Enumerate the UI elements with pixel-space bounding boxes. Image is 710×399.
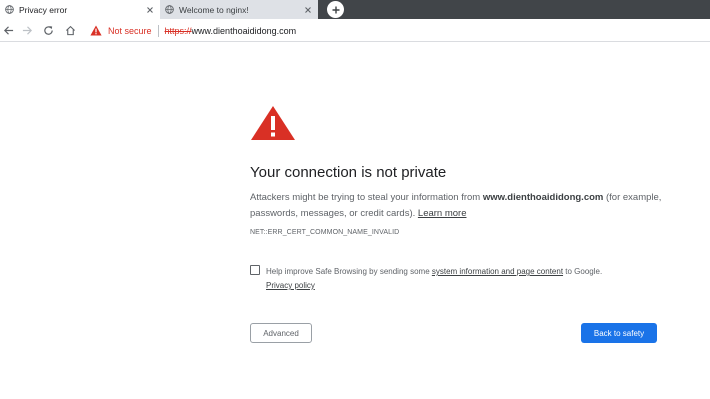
tab-strip: Privacy error Welcome to nginx! <box>0 0 710 19</box>
description-prefix: Attackers might be trying to steal your … <box>250 192 483 203</box>
close-icon[interactable] <box>303 5 313 15</box>
arrow-right-icon <box>22 25 32 35</box>
url-host: www.dienthoaididong.com <box>191 25 297 36</box>
tab-privacy-error[interactable]: Privacy error <box>0 0 160 19</box>
plus-icon <box>332 6 339 13</box>
globe-icon <box>165 5 174 14</box>
back-button[interactable] <box>1 23 15 37</box>
globe-icon <box>5 5 14 14</box>
tab-title: Privacy error <box>19 4 68 15</box>
reload-button[interactable] <box>41 23 55 37</box>
url-scheme: https:// <box>164 25 192 36</box>
description: Attackers might be trying to steal your … <box>250 190 670 222</box>
page-title: Your connection is not private <box>250 164 447 181</box>
warning-icon <box>251 106 295 140</box>
home-icon <box>65 25 75 35</box>
new-tab-button[interactable] <box>327 1 344 18</box>
reload-icon <box>43 25 53 35</box>
not-secure-label[interactable]: Not secure <box>108 26 152 36</box>
omnibox-divider <box>157 24 159 37</box>
safe-browsing-text: Help improve Safe Browsing by sending so… <box>266 265 686 293</box>
advanced-button[interactable]: Advanced <box>250 323 312 343</box>
address-bar[interactable]: Not secure https:// www.dienthoaididong.… <box>86 21 710 40</box>
system-info-link[interactable]: system information and page content <box>432 267 563 276</box>
forward-button[interactable] <box>20 23 34 37</box>
learn-more-link[interactable]: Learn more <box>418 208 467 219</box>
safe-browsing-prefix: Help improve Safe Browsing by sending so… <box>266 267 432 276</box>
toolbar: Not secure https:// www.dienthoaididong.… <box>0 19 710 42</box>
close-icon[interactable] <box>145 5 155 15</box>
tab-welcome-nginx[interactable]: Welcome to nginx! <box>160 0 318 19</box>
tab-title: Welcome to nginx! <box>179 4 249 15</box>
error-code: NET::ERR_CERT_COMMON_NAME_INVALID <box>250 229 400 236</box>
safe-browsing-suffix: to Google. <box>563 267 603 276</box>
arrow-left-icon <box>3 25 13 35</box>
back-to-safety-button[interactable]: Back to safety <box>581 323 657 343</box>
safe-browsing-checkbox[interactable] <box>250 265 260 275</box>
warning-icon <box>90 25 102 36</box>
privacy-policy-link[interactable]: Privacy policy <box>266 281 315 290</box>
description-host: www.dienthoaididong.com <box>482 192 604 203</box>
home-button[interactable] <box>63 23 77 37</box>
